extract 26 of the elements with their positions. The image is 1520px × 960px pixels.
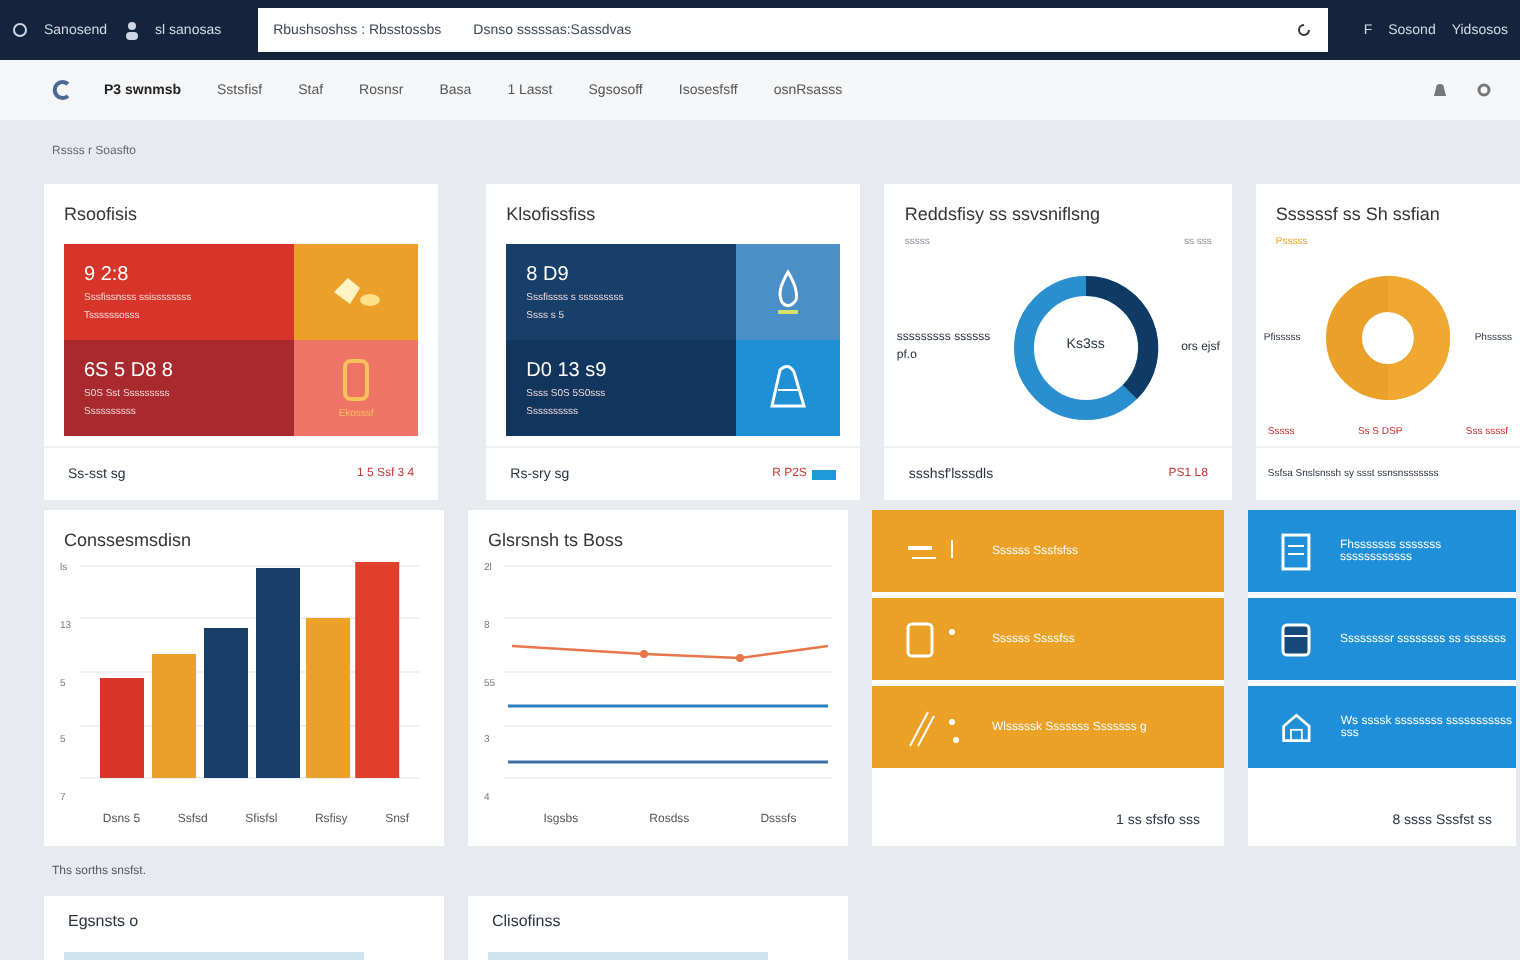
stat-value: 9 2:8 [84,263,131,285]
card-icon [1280,621,1312,657]
globe-icon [12,22,28,38]
donut-chart-drawing [1325,275,1450,399]
house-icon [1280,709,1313,745]
drop-icon [774,268,803,316]
card-title: Rsoofisis [62,202,140,224]
phone-icon [342,357,371,401]
card-title: Ssssssf ss Sh ssfian [1273,202,1442,224]
bell-icon[interactable] [1432,82,1448,98]
stat-value: 8 D9 [526,263,571,285]
card-title: Glsrsnsh ts Boss [486,528,626,550]
reload-icon[interactable] [1295,22,1312,38]
gear-icon[interactable] [1476,82,1492,98]
card-title: Reddsfisy ss ssvsniflsng [902,202,1102,224]
card-title: Egsnsts o [44,896,444,960]
document-icon [1280,531,1312,571]
logo-icon [52,80,72,100]
card-title: Conssesmsdisn [62,528,194,550]
chart-bar [99,678,144,778]
stat-value: 6S 5 D8 8 [84,359,175,381]
card-title: Clisofinss [468,896,848,960]
person-icon [123,20,140,40]
stat-value: D0 13 s9 [526,359,609,381]
chart-bar [151,654,196,778]
card-title: Klsofissfiss [504,202,598,224]
